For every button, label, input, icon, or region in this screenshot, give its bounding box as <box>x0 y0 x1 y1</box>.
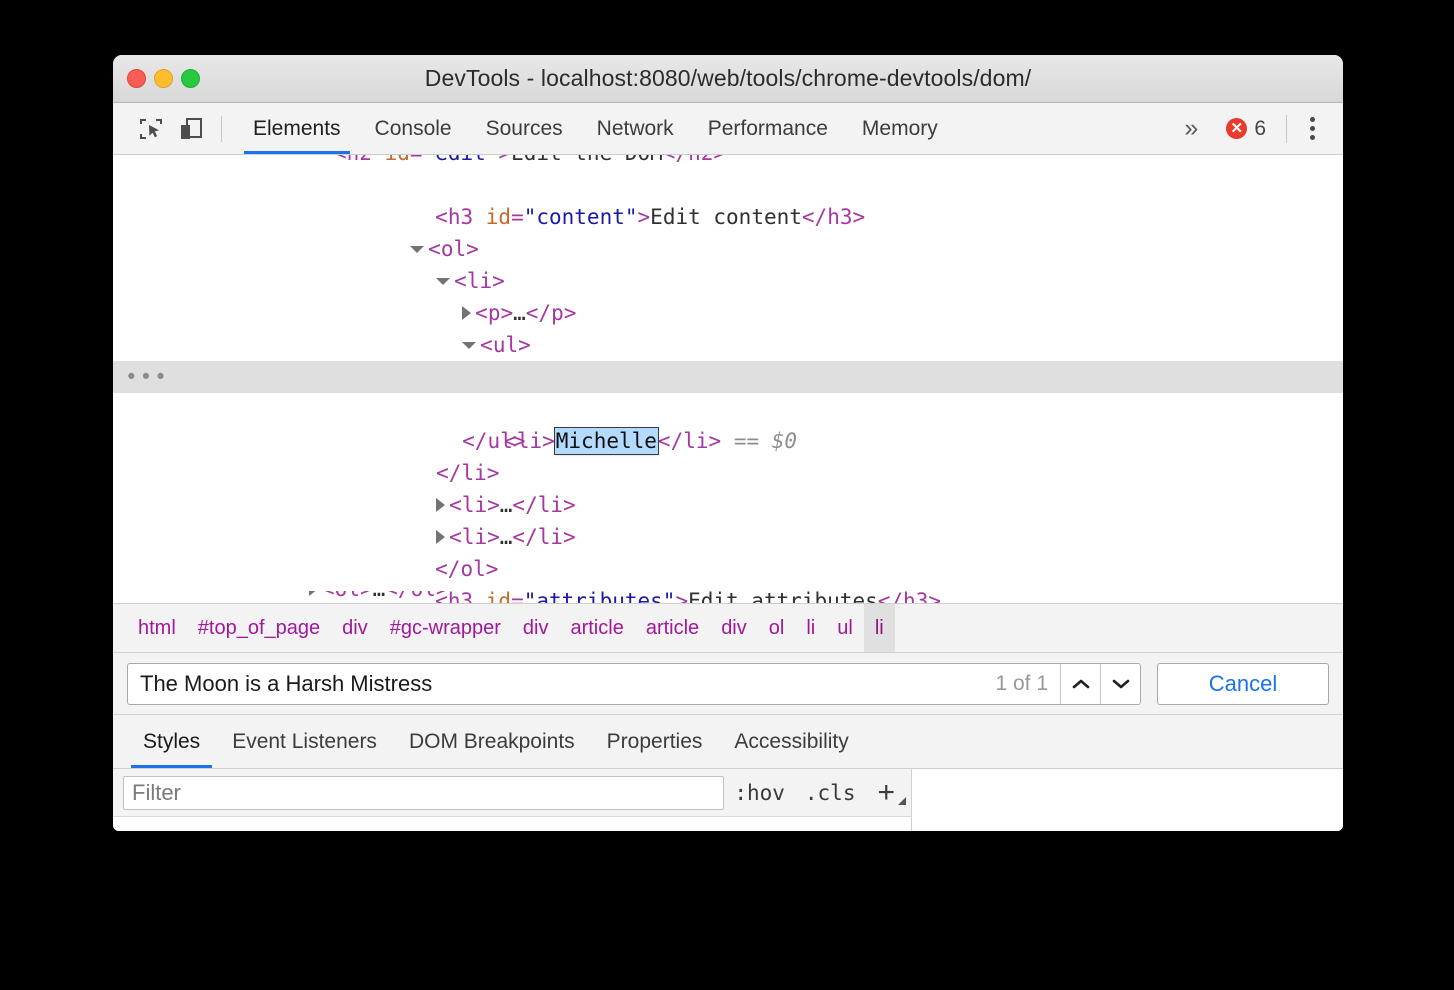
tab-dom-breakpoints-label: DOM Breakpoints <box>408 729 575 753</box>
dom-row-clipped-bottom: <ol>…</ol> <box>113 591 1343 603</box>
breadcrumb-item-div-3[interactable]: div <box>710 604 758 652</box>
devtools-toolbar: Elements Console Sources Network Perform… <box>113 103 1343 155</box>
toolbar-divider <box>221 115 222 142</box>
dom-tree-panel[interactable]: <h2 id="edit">Edit the DOM</h2> <h3 id="… <box>113 155 1343 603</box>
dom-row-ol-open[interactable]: <ol> <box>113 201 1343 261</box>
breadcrumb-item-li[interactable]: li <box>795 604 826 652</box>
tab-performance[interactable]: Performance <box>691 103 845 154</box>
panel-tabs: Elements Console Sources Network Perform… <box>236 103 955 154</box>
window-title: DevTools - localhost:8080/web/tools/chro… <box>424 65 1032 91</box>
breadcrumb-item-article-2[interactable]: article <box>635 604 710 652</box>
tab-event-listeners-label: Event Listeners <box>232 729 377 753</box>
styles-filter-input[interactable] <box>123 775 725 810</box>
tab-console-label: Console <box>374 116 452 140</box>
inspect-element-icon[interactable] <box>131 109 171 149</box>
dom-row-h3-content[interactable]: <h3 id="content">Edit content</h3> <box>113 169 1343 229</box>
search-bar: 1 of 1 Cancel <box>113 653 1343 715</box>
more-panels-icon[interactable]: » <box>1170 116 1212 141</box>
dom-row-h3-attributes[interactable]: <h3 id="attributes">Edit attributes</h3> <box>113 553 1343 603</box>
breadcrumb-item-ol[interactable]: ol <box>758 604 796 652</box>
tab-accessibility[interactable]: Accessibility <box>718 715 864 768</box>
device-toolbar-icon[interactable] <box>171 109 211 149</box>
toggle-hover-state-button[interactable]: :hov <box>724 781 795 805</box>
kebab-menu-icon[interactable] <box>1295 109 1329 149</box>
error-icon: ✕ <box>1226 118 1248 139</box>
tab-styles[interactable]: Styles <box>127 715 216 768</box>
new-style-rule-button[interactable]: + <box>865 775 911 809</box>
dom-row-li-fry[interactable]: <li>Fry</li> <box>113 329 1343 389</box>
dom-row-clipped-top: <h2 id="edit">Edit the DOM</h2> <box>113 155 1343 169</box>
dom-row-ul-open[interactable]: <ul> <box>113 297 1343 357</box>
tab-accessibility-label: Accessibility <box>734 729 849 753</box>
tab-performance-label: Performance <box>707 116 828 140</box>
error-badge[interactable]: ✕ 6 <box>1212 117 1276 141</box>
row-options-icon[interactable]: ••• <box>125 361 169 393</box>
search-match-count: 1 of 1 <box>995 671 1048 695</box>
tab-styles-label: Styles <box>143 729 201 753</box>
dom-row-ol-close[interactable]: </ol> <box>113 521 1343 581</box>
tab-console[interactable]: Console <box>358 103 469 154</box>
dom-row-ul-close[interactable]: </ul> <box>113 393 1343 453</box>
tab-elements-label: Elements <box>253 116 341 140</box>
dom-row-li-collapsed-2[interactable]: <li>…</li> <box>113 489 1343 549</box>
toggle-element-classes-button[interactable]: .cls <box>795 781 866 805</box>
search-prev-button[interactable] <box>1060 663 1100 704</box>
devtools-window: DevTools - localhost:8080/web/tools/chro… <box>113 55 1343 831</box>
dom-rows: <h3 id="content">Edit content</h3> <ol> … <box>113 155 1343 603</box>
breadcrumb-item-gc-wrapper[interactable]: #gc-wrapper <box>379 604 512 652</box>
search-next-button[interactable] <box>1100 663 1140 704</box>
dom-row-li-open[interactable]: <li> <box>113 233 1343 293</box>
plus-icon: + <box>877 775 895 809</box>
computed-box-model-column <box>912 769 1343 831</box>
dom-row-li-close[interactable]: </li> <box>113 425 1343 485</box>
close-button[interactable] <box>127 69 146 88</box>
dom-row-p-collapsed[interactable]: <p>…</p> <box>113 265 1343 325</box>
styles-filter-row: :hov .cls + <box>113 769 911 817</box>
tab-event-listeners[interactable]: Event Listeners <box>216 715 393 768</box>
minimize-button[interactable] <box>154 69 173 88</box>
sidebar-tabs: Styles Event Listeners DOM Breakpoints P… <box>113 715 1343 769</box>
breadcrumb-item-top-of-page[interactable]: #top_of_page <box>187 604 331 652</box>
toolbar-right-group: » ✕ 6 <box>1170 103 1333 154</box>
breadcrumb-item-html[interactable]: html <box>127 604 187 652</box>
breadcrumb-item-article[interactable]: article <box>559 604 634 652</box>
styles-rules-column: :hov .cls + <box>113 769 912 831</box>
tab-network[interactable]: Network <box>580 103 691 154</box>
dom-row-li-collapsed-1[interactable]: <li>…</li> <box>113 457 1343 517</box>
styles-pane: :hov .cls + <box>113 769 1343 831</box>
dom-row-li-michelle[interactable]: ••• <li>Michelle</li> == $0 <box>113 361 1343 455</box>
tab-dom-breakpoints[interactable]: DOM Breakpoints <box>393 715 591 768</box>
search-field-wrapper: 1 of 1 <box>127 662 1141 705</box>
tab-sources[interactable]: Sources <box>469 103 580 154</box>
breadcrumb-item-ul[interactable]: ul <box>826 604 864 652</box>
dropdown-corner-icon <box>898 796 906 805</box>
tab-memory-label: Memory <box>861 116 938 140</box>
toolbar-right-divider <box>1286 114 1287 143</box>
tab-memory[interactable]: Memory <box>845 103 955 154</box>
tab-elements[interactable]: Elements <box>236 103 358 154</box>
breadcrumb: html #top_of_page div #gc-wrapper div ar… <box>113 603 1343 653</box>
search-input[interactable] <box>128 663 984 704</box>
kebab-dot <box>1309 126 1315 131</box>
tab-properties[interactable]: Properties <box>591 715 719 768</box>
kebab-dot <box>1309 135 1315 140</box>
window-titlebar: DevTools - localhost:8080/web/tools/chro… <box>113 55 1343 103</box>
zoom-button[interactable] <box>181 69 200 88</box>
breadcrumb-item-div[interactable]: div <box>331 604 379 652</box>
tab-sources-label: Sources <box>485 116 563 140</box>
search-cancel-button[interactable]: Cancel <box>1157 662 1329 705</box>
breadcrumb-item-li-selected[interactable]: li <box>863 604 895 652</box>
error-count: 6 <box>1254 116 1266 140</box>
window-controls <box>127 69 200 88</box>
tab-properties-label: Properties <box>606 729 703 753</box>
tab-network-label: Network <box>596 116 674 140</box>
breadcrumb-item-div-2[interactable]: div <box>512 604 560 652</box>
kebab-dot <box>1309 117 1315 122</box>
